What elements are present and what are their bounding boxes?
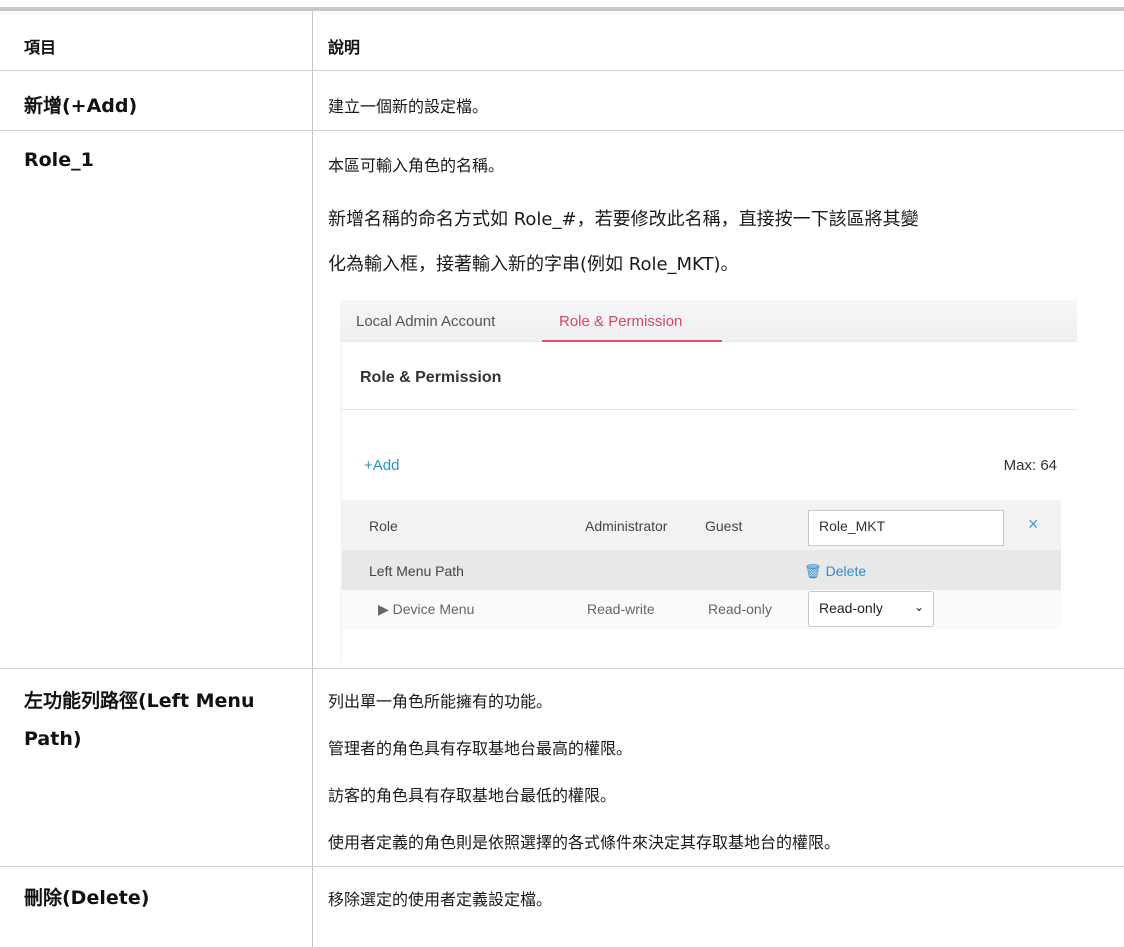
- desc-role-3: 化為輸入框，接著輸入新的字串(例如 Role_MKT)。: [328, 254, 739, 275]
- column-divider: [312, 11, 313, 947]
- row-divider: [0, 70, 1124, 71]
- desc-left-menu-2: 管理者的角色具有存取基地台最高的權限。: [328, 739, 633, 758]
- desc-role-2: 新增名稱的命名方式如 Role_#，若要修改此名稱，直接按一下該區將其變: [328, 209, 919, 230]
- role-label: Role: [369, 518, 398, 534]
- tab-local-admin-account[interactable]: Local Admin Account: [356, 313, 495, 330]
- header-description: 說明: [328, 38, 361, 57]
- item-add: 新增(+Add): [24, 95, 138, 117]
- desc-left-menu-3: 訪客的角色具有存取基地台最低的權限。: [328, 786, 617, 805]
- add-button[interactable]: +Add: [364, 457, 399, 474]
- close-icon[interactable]: ×: [1028, 514, 1039, 535]
- tab-role-permission[interactable]: Role & Permission: [559, 313, 682, 330]
- device-menu-guest-permission: Read-only: [708, 601, 772, 617]
- select-value: Read-only: [819, 600, 883, 616]
- table-top-border: [0, 7, 1124, 11]
- item-left-menu-path-1: 左功能列路徑(Left Menu: [24, 690, 255, 712]
- guest-column: Guest: [705, 518, 743, 534]
- device-menu-toggle[interactable]: ▶ Device Menu: [378, 601, 474, 618]
- item-role: Role_1: [24, 149, 94, 171]
- role-name-input[interactable]: Role_MKT: [808, 510, 1004, 546]
- row-divider: [0, 130, 1124, 131]
- max-count-label: Max: 64: [1003, 457, 1057, 474]
- panel-title: Role & Permission: [360, 369, 502, 386]
- desc-add: 建立一個新的設定檔。: [328, 97, 489, 116]
- desc-left-menu-4: 使用者定義的角色則是依照選擇的各式條件來決定其存取基地台的權限。: [328, 833, 841, 852]
- item-delete: 刪除(Delete): [24, 887, 150, 909]
- delete-button[interactable]: 🗑 Delete: [804, 563, 866, 580]
- device-menu-row: ▶ Device Menu Read-write Read-only Read-…: [342, 590, 1061, 630]
- header-item: 項目: [24, 38, 57, 57]
- left-menu-path-row: Left Menu Path 🗑 Delete: [342, 550, 1061, 590]
- desc-role-1: 本區可輸入角色的名稱。: [328, 156, 505, 175]
- role-row: Role Administrator Guest Role_MKT ×: [342, 500, 1061, 550]
- item-left-menu-path-2: Path): [24, 728, 82, 750]
- role-permission-panel: Role & Permission +Add Max: 64 Role Admi…: [342, 342, 1077, 665]
- administrator-column: Administrator: [585, 518, 668, 534]
- role-permission-screenshot: Local Admin Account Role & Permission Ro…: [340, 300, 1077, 665]
- device-menu-permission-select[interactable]: Read-only ⌄: [808, 591, 934, 627]
- desc-delete: 移除選定的使用者定義設定檔。: [328, 890, 553, 909]
- tab-bar: Local Admin Account Role & Permission: [340, 300, 1077, 342]
- left-menu-path-label: Left Menu Path: [369, 563, 464, 579]
- device-menu-admin-permission: Read-write: [587, 601, 655, 617]
- desc-left-menu-1: 列出單一角色所能擁有的功能。: [328, 692, 553, 711]
- chevron-down-icon: ⌄: [913, 600, 924, 614]
- panel-divider: [342, 409, 1077, 410]
- row-divider: [0, 866, 1124, 867]
- row-divider: [0, 668, 1124, 669]
